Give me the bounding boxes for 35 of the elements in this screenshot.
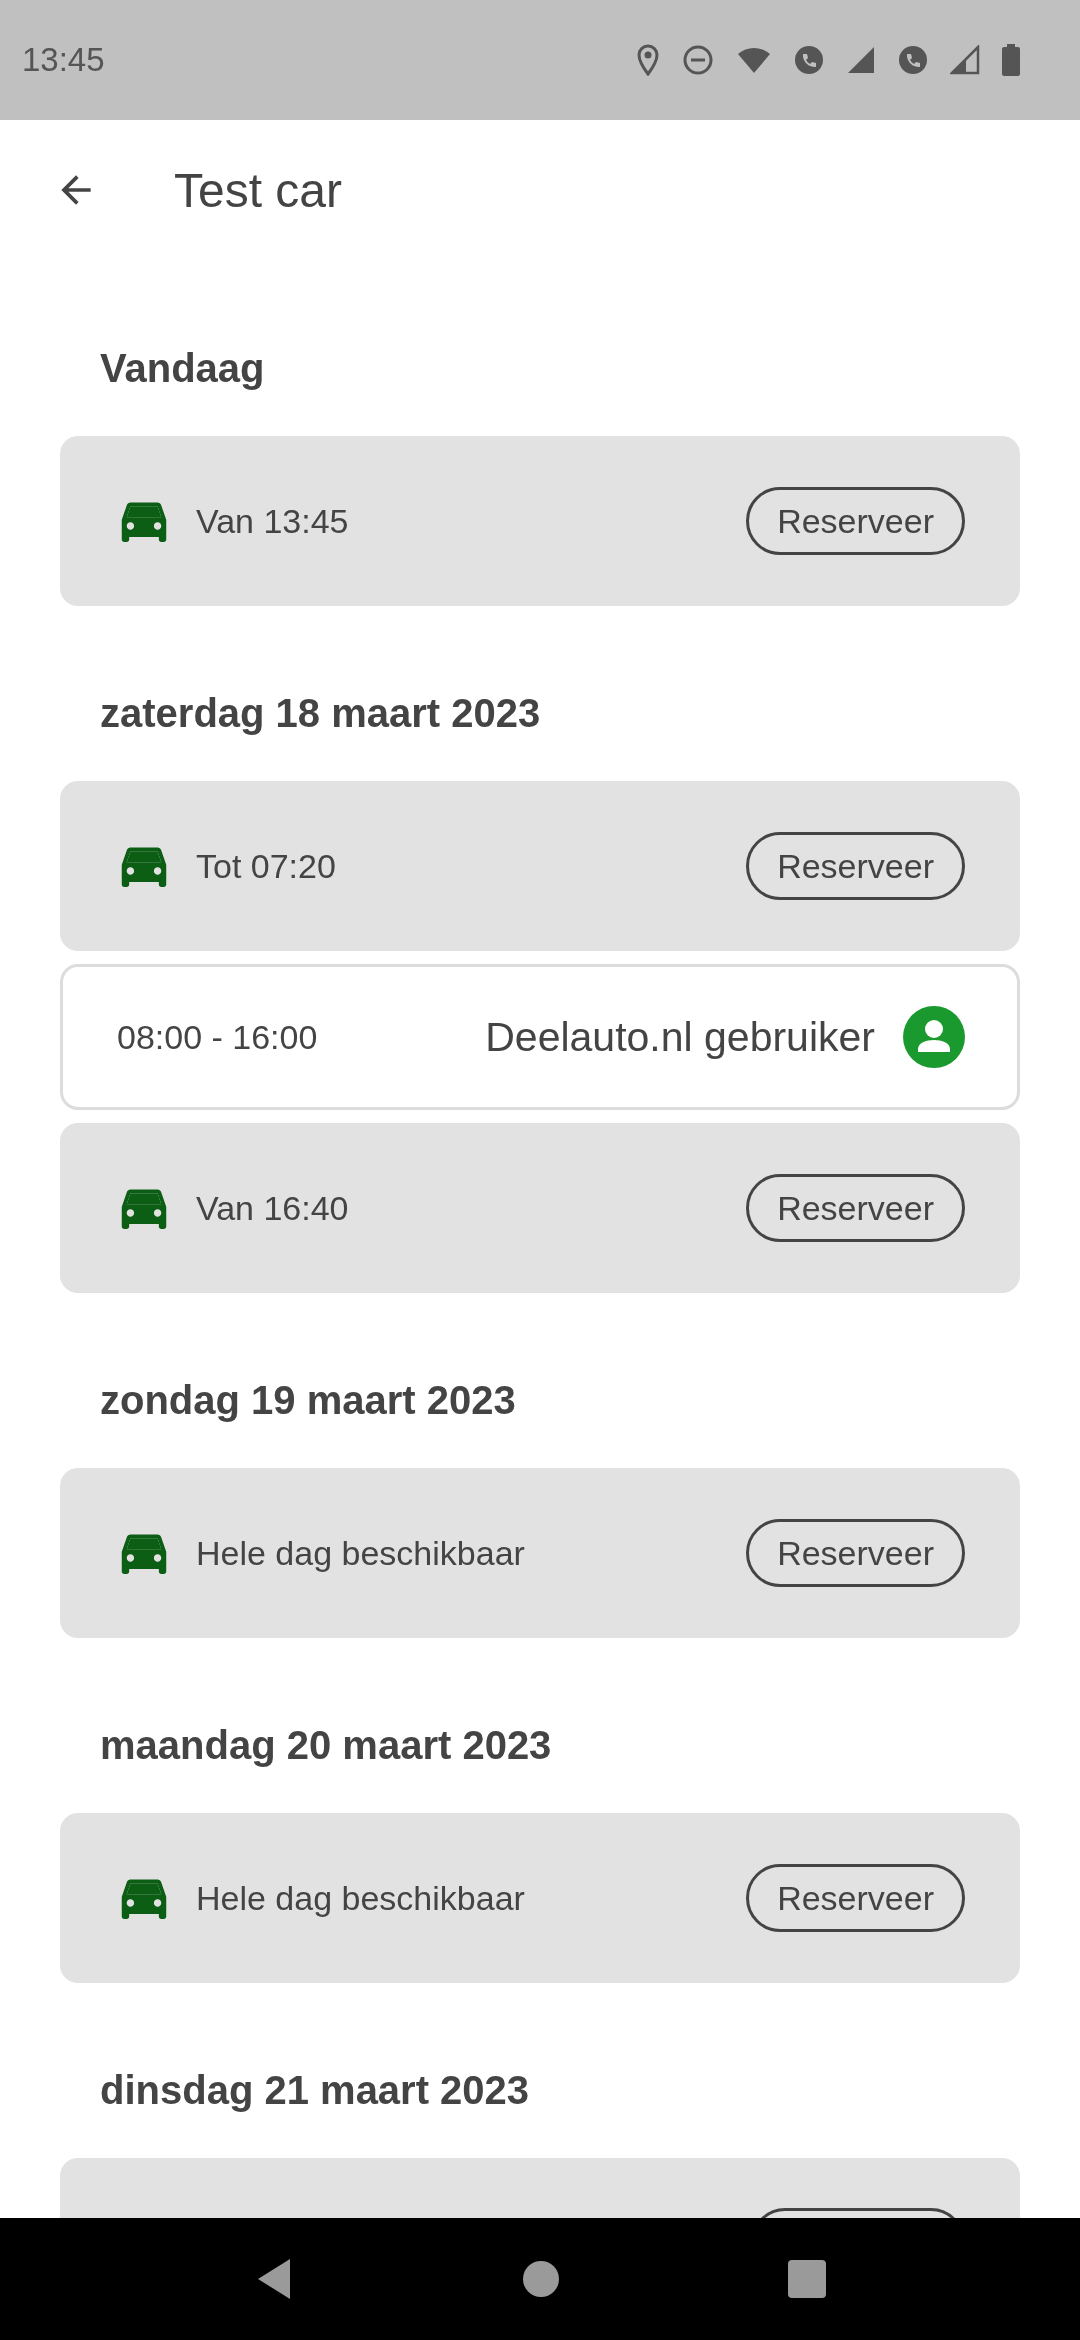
car-icon [120,1187,168,1229]
battery-icon [1002,44,1020,76]
signal-icon [950,45,980,75]
day-heading: Vandaag [100,345,266,392]
day-heading: zaterdag 18 maart 2023 [100,690,542,737]
day-heading: maandag 20 maart 2023 [100,1722,553,1769]
screen-title: Test car [174,162,343,218]
slot-text: Hele dag beschikbaar [196,1533,526,1573]
slot-text: Van 13:45 [196,501,350,541]
status-time: 13:45 [22,41,105,79]
reserve-button[interactable]: Reserveer [746,1174,965,1242]
car-icon [120,500,168,542]
car-icon [120,1532,168,1574]
booking-time: 08:00 - 16:00 [117,1017,319,1057]
slot-text: Tot 07:20 [196,846,337,886]
wifi-calling-icon [898,45,928,75]
slot-text: Van 16:40 [196,1188,350,1228]
user-icon [903,1006,965,1068]
day-heading: zondag 19 maart 2023 [100,1377,517,1424]
slot-text: Hele dag beschikbaar [196,1878,526,1918]
day-heading: dinsdag 21 maart 2023 [100,2067,531,2114]
wifi-icon [736,45,772,75]
reserve-button[interactable]: Reserveer [746,1519,965,1587]
reserve-button[interactable]: Reserveer [746,1864,965,1932]
car-icon [120,1877,168,1919]
home-nav-button[interactable] [523,2261,559,2297]
signal-icon [846,45,876,75]
do-not-disturb-icon [682,44,714,76]
car-icon [120,845,168,887]
reserve-button[interactable]: Reserveer [746,832,965,900]
booking-user: Deelauto.nl gebruiker [485,1013,875,1061]
wifi-calling-icon [794,45,824,75]
reserve-button[interactable]: Reserveer [746,487,965,555]
location-icon [636,44,660,76]
recents-nav-button[interactable] [787,2260,826,2298]
